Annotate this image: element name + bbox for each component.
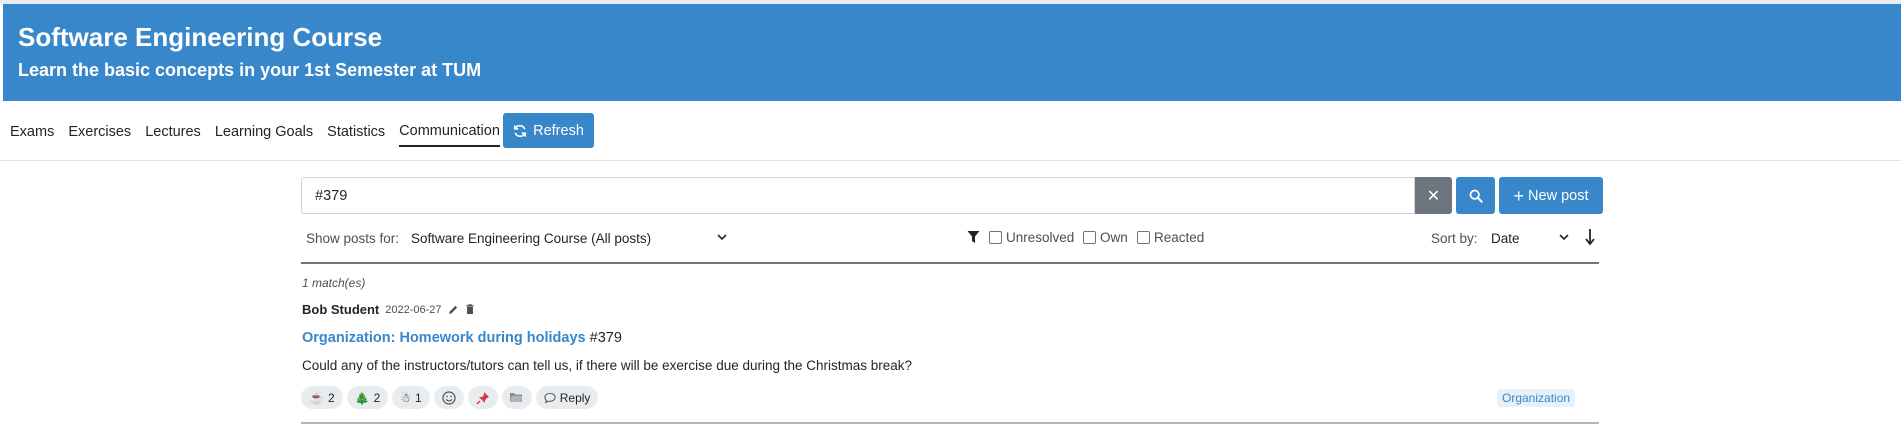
reply-button[interactable]: Reply [535,386,599,409]
reaction-coffee[interactable]: ☕ 2 [301,386,343,409]
reaction-snowman[interactable]: ☃ 1 [392,386,430,409]
checkbox-box[interactable] [1083,231,1096,244]
nav-item-learning-goals[interactable]: Learning Goals [215,118,313,146]
archive-button[interactable] [501,386,532,409]
unresolved-checkbox[interactable]: Unresolved [989,230,1074,245]
search-input[interactable] [301,177,1415,214]
close-icon: ✕ [1426,187,1441,205]
course-select[interactable]: Software Engineering Course (All posts) [411,231,731,246]
folder-icon [509,391,524,404]
reaction-count: 2 [373,390,381,405]
reaction-tree[interactable]: 🎄 2 [346,386,389,409]
nav-item-communication[interactable]: Communication [399,117,500,147]
post-title-text[interactable]: Organization: Homework during holidays [302,330,586,346]
reply-label: Reply [559,390,591,405]
checkbox-box[interactable] [989,231,1002,244]
course-subtitle: Learn the basic concepts in your 1st Sem… [18,60,482,80]
show-posts-label: Show posts for: [306,231,400,246]
post-number: #379 [589,330,622,346]
reaction-bar: ☕ 2 🎄 2 ☃ 1 Reply [301,386,599,409]
post-author-row: Bob Student 2022-06-27 [302,302,475,317]
unresolved-label: Unresolved [1006,230,1075,245]
post-tag: Organization [1497,389,1576,407]
smiley-icon [442,390,456,405]
sort-select[interactable]: Date [1491,231,1520,246]
trash-icon[interactable] [465,304,475,315]
post-divider [301,422,1599,424]
nav-item-exercises[interactable]: Exercises [68,118,131,146]
snowman-icon: ☃ [400,390,412,405]
coffee-icon: ☕ [309,390,324,405]
post-date: 2022-06-27 [385,303,442,316]
nav-item-lectures[interactable]: Lectures [145,118,201,146]
search-row: ✕ + New post [301,177,1603,214]
checkbox-box[interactable] [1137,231,1150,244]
post-title[interactable]: Organization: Homework during holidays #… [302,330,622,346]
sort-label: Sort by: [1431,231,1478,246]
refresh-label: Refresh [533,122,584,139]
results-divider [301,262,1599,264]
filter-icon [967,230,980,244]
reaction-count: 2 [327,390,335,405]
reaction-count: 1 [415,390,422,405]
reacted-checkbox[interactable]: Reacted [1137,230,1204,245]
clear-search-button[interactable]: ✕ [1415,177,1452,214]
pencil-icon[interactable] [448,304,459,315]
reacted-label: Reacted [1154,230,1205,245]
course-nav: Exams Exercises Lectures Learning Goals … [10,112,514,152]
search-button[interactable] [1456,177,1495,214]
post-author: Bob Student [302,302,380,317]
refresh-button[interactable]: Refresh [503,113,594,148]
own-label: Own [1100,230,1128,245]
refresh-icon [513,124,527,138]
course-header: Software Engineering Course Learn the ba… [3,4,1901,101]
plus-icon: + [1513,185,1525,206]
speech-bubble-icon [544,392,556,404]
search-icon [1469,189,1483,203]
nav-item-exams[interactable]: Exams [10,118,54,146]
pin-icon [476,391,490,405]
filter-row: Show posts for: Software Engineering Cou… [301,226,1599,252]
match-count: 1 match(es) [302,276,366,290]
post-body: Could any of the instructors/tutors can … [302,358,913,373]
chevron-down-icon[interactable] [716,230,728,244]
nav-item-statistics[interactable]: Statistics [327,118,385,146]
add-reaction-button[interactable] [433,386,464,409]
new-post-label: New post [1528,187,1589,204]
nav-divider [0,160,1901,161]
pin-button[interactable] [467,386,498,409]
page: Software Engineering Course Learn the ba… [0,0,1901,430]
course-title: Software Engineering Course [18,22,383,52]
sort-direction-icon[interactable] [1584,228,1596,246]
new-post-button[interactable]: + New post [1499,177,1603,214]
christmas-tree-icon: 🎄 [354,390,370,405]
own-checkbox[interactable]: Own [1083,230,1128,245]
chevron-down-icon[interactable] [1558,230,1570,244]
